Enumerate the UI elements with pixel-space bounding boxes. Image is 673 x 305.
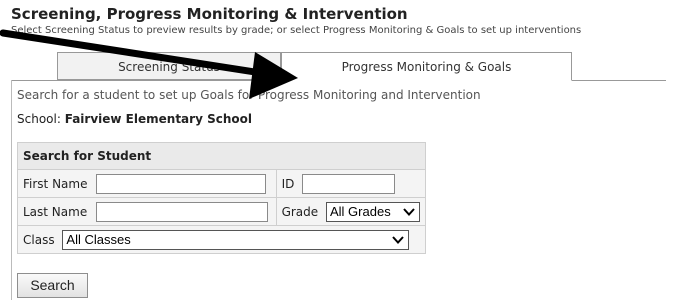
first-name-label: First Name — [23, 176, 88, 191]
tab-progress-monitoring-goals[interactable]: Progress Monitoring & Goals — [281, 52, 572, 81]
tab-screening-status[interactable]: Screening Status — [57, 52, 281, 80]
search-student-form: Search for Student First Name ID Last Na… — [17, 142, 427, 254]
page-subtitle: Select Screening Status to preview resul… — [11, 25, 582, 36]
last-name-field[interactable] — [96, 201, 269, 222]
search-hint: Search for a student to set up Goals for… — [17, 88, 481, 102]
school-name: Fairview Elementary School — [64, 112, 252, 126]
class-label: Class — [23, 232, 55, 247]
page: Screening, Progress Monitoring & Interve… — [0, 0, 673, 305]
panel-border — [11, 80, 12, 300]
page-title: Screening, Progress Monitoring & Interve… — [11, 5, 408, 23]
grade-label: Grade — [281, 204, 319, 219]
class-select-value: All Classes — [66, 231, 131, 247]
search-button[interactable]: Search — [17, 273, 88, 298]
class-select[interactable]: All Classes — [62, 229, 410, 250]
last-name-label: Last Name — [23, 204, 88, 219]
search-form-heading: Search for Student — [17, 142, 426, 170]
id-label: ID — [281, 176, 295, 191]
id-field[interactable] — [302, 173, 396, 194]
first-name-field[interactable] — [96, 173, 267, 194]
grade-select[interactable]: All Grades — [326, 201, 420, 222]
grade-select-value: All Grades — [330, 203, 391, 219]
chevron-down-icon — [392, 235, 405, 244]
chevron-down-icon — [403, 207, 415, 216]
school-line: School: Fairview Elementary School — [17, 112, 252, 126]
school-label: School: — [17, 112, 61, 126]
